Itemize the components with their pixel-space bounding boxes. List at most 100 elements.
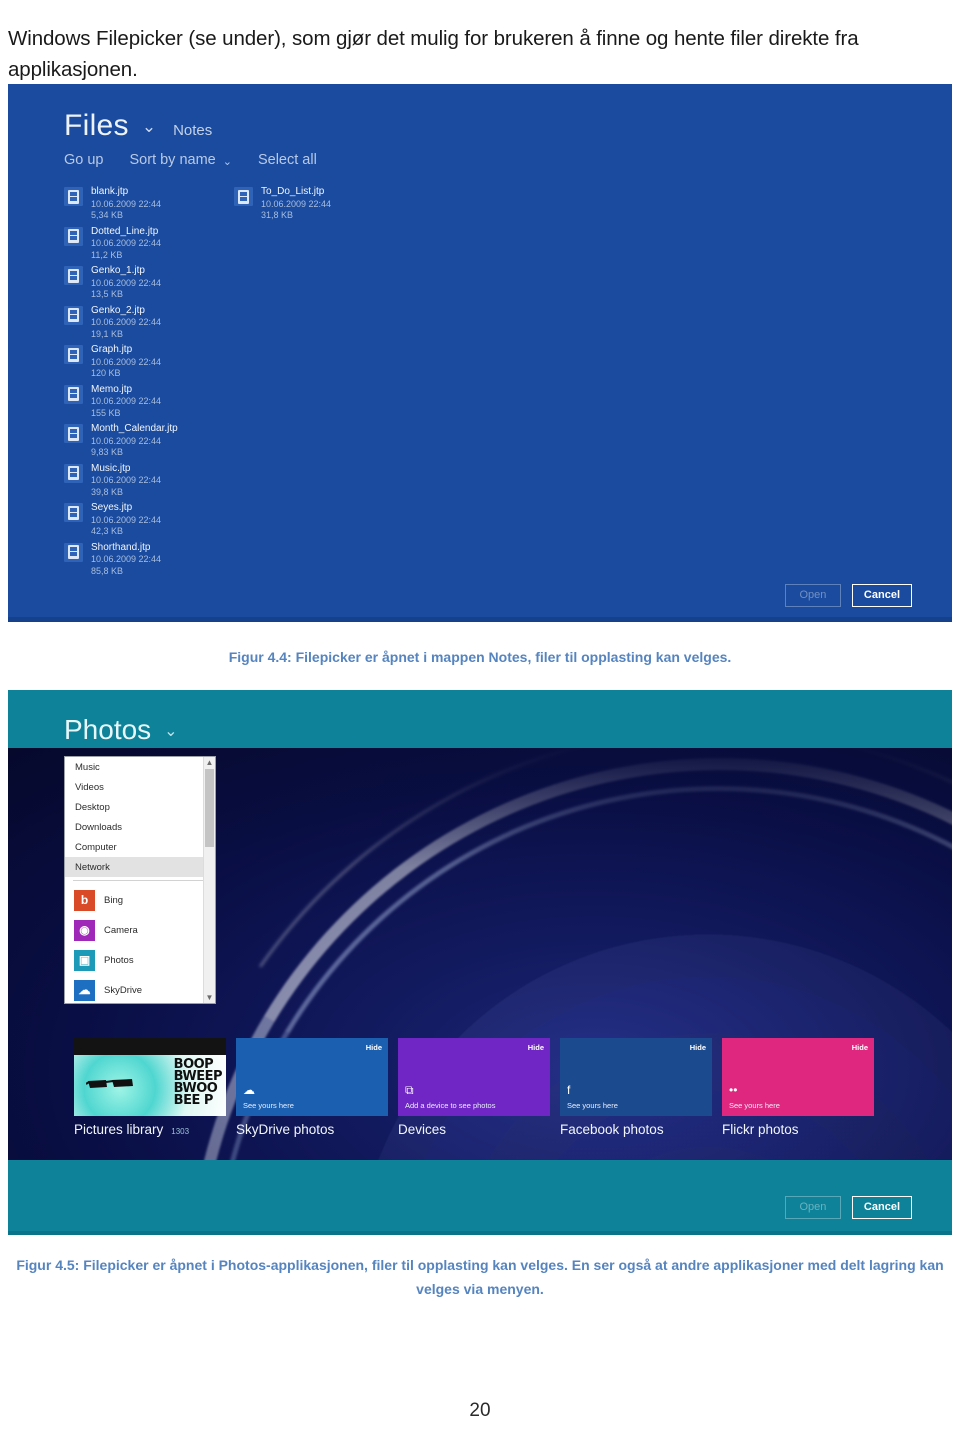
flickr-photos-tile[interactable]: Hide •• See yours here [722, 1038, 874, 1116]
dropdown-item-photos[interactable]: ▣ Photos [65, 945, 215, 975]
tile-group-flickr-photos[interactable]: Hide •• See yours here Flickr photos [722, 1038, 874, 1137]
tile-group-pictures-library[interactable]: BOOP BWEEP BWOO BEE P Pictures library 1… [74, 1038, 226, 1137]
filepicker-current-folder: Notes [173, 122, 213, 139]
figure-bottom-rule [8, 1231, 952, 1235]
hide-button[interactable]: Hide [528, 1043, 544, 1052]
tile-top-strip [74, 1038, 226, 1055]
file-list-item[interactable]: Genko_1.jtp 10.06.2009 22:44 13,5 KB [64, 265, 234, 305]
tile-label-row: Facebook photos [560, 1122, 712, 1137]
file-size: 19,1 KB [91, 328, 124, 339]
source-tiles-row: BOOP BWEEP BWOO BEE P Pictures library 1… [74, 1038, 874, 1137]
dropdown-item-videos[interactable]: Videos [65, 777, 215, 797]
file-date: 10.06.2009 22:44 [91, 514, 162, 525]
tile-group-skydrive-photos[interactable]: Hide ☁ See yours here SkyDrive photos [236, 1038, 388, 1137]
file-list-item[interactable]: Graph.jtp 10.06.2009 22:44 120 KB [64, 344, 234, 384]
sort-by-name-button[interactable]: Sort by name ⌄ [130, 152, 232, 168]
file-date: 10.06.2009 22:44 [261, 198, 332, 209]
tile-label: Devices [398, 1122, 447, 1137]
file-name: Genko_1.jtp [91, 265, 145, 276]
file-date: 10.06.2009 22:44 [91, 475, 162, 486]
tile-label: SkyDrive photos [236, 1122, 335, 1137]
tile-group-devices[interactable]: Hide ⧉ Add a device to see photos Device… [398, 1038, 550, 1137]
file-list-item[interactable]: Music.jtp 10.06.2009 22:44 39,8 KB [64, 463, 234, 503]
select-all-button[interactable]: Select all [258, 152, 317, 168]
devices-tile[interactable]: Hide ⧉ Add a device to see photos [398, 1038, 550, 1116]
file-list[interactable]: blank.jtp 10.06.2009 22:44 5,34 KB Dotte… [64, 186, 444, 606]
file-icon [64, 503, 83, 522]
scrollbar-thumb[interactable] [205, 769, 214, 847]
chevron-down-icon[interactable]: ⌄ [164, 721, 177, 741]
go-up-button[interactable]: Go up [64, 152, 104, 168]
dropdown-item-skydrive[interactable]: ☁ SkyDrive [65, 975, 215, 1003]
file-date: 10.06.2009 22:44 [91, 317, 162, 328]
go-up-label: Go up [64, 152, 104, 168]
dropdown-item-network[interactable]: Network [65, 857, 215, 877]
dropdown-item-label: Music [75, 761, 100, 773]
scribble-line-4: BEE P [173, 1092, 214, 1108]
tile-group-facebook-photos[interactable]: Hide f See yours here Facebook photos [560, 1038, 712, 1137]
file-name: Music.jtp [91, 462, 131, 474]
file-list-item[interactable]: Dotted_Line.jtp 10.06.2009 22:44 11,2 KB [64, 226, 234, 266]
photos-icon: ▣ [74, 949, 95, 971]
scroll-up-arrow-icon[interactable]: ▲ [204, 757, 215, 768]
facebook-photos-tile[interactable]: Hide f See yours here [560, 1038, 712, 1116]
dropdown-item-music[interactable]: Music [65, 757, 215, 777]
bing-icon: b [74, 889, 95, 911]
file-list-item[interactable]: blank.jtp 10.06.2009 22:44 5,34 KB [64, 186, 234, 226]
file-list-item[interactable]: Seyes.jtp 10.06.2009 22:44 42,3 KB [64, 502, 234, 542]
dialog-button-bar: Open Cancel [784, 584, 912, 607]
file-date: 10.06.2009 22:44 [91, 198, 162, 209]
location-dropdown-menu[interactable]: Music Videos Desktop Downloads Computer … [64, 756, 216, 1004]
sunglasses-graphic [86, 1079, 133, 1088]
sort-by-name-label: Sort by name [129, 152, 216, 168]
file-size: 155 KB [91, 407, 121, 418]
file-name: Shorthand.jtp [91, 541, 151, 553]
file-name: blank.jtp [91, 186, 129, 197]
tile-footer-text: Add a device to see photos [405, 1101, 496, 1110]
file-date: 10.06.2009 22:44 [91, 554, 162, 565]
file-date: 10.06.2009 22:44 [91, 356, 162, 367]
hide-button[interactable]: Hide [366, 1043, 382, 1052]
devices-icon: ⧉ [405, 1083, 414, 1097]
dropdown-item-desktop[interactable]: Desktop [65, 797, 215, 817]
file-size: 9,83 KB [91, 447, 124, 458]
file-list-item[interactable]: To_Do_List.jtp 10.06.2009 22:44 31,8 KB [234, 186, 404, 226]
dropdown-item-label: Videos [75, 781, 104, 793]
dropdown-item-label: Computer [75, 841, 117, 853]
open-button[interactable]: Open [784, 1196, 841, 1219]
file-list-item[interactable]: Month_Calendar.jtp 10.06.2009 22:44 9,83… [64, 423, 234, 463]
chevron-down-icon: ⌄ [222, 155, 232, 168]
open-button[interactable]: Open [784, 584, 841, 607]
dropdown-app-label: Photos [104, 954, 134, 966]
hide-button[interactable]: Hide [852, 1043, 868, 1052]
pictures-library-tile[interactable]: BOOP BWEEP BWOO BEE P [74, 1038, 226, 1116]
tile-label-row: Flickr photos [722, 1122, 874, 1137]
scroll-down-arrow-icon[interactable]: ▼ [204, 992, 215, 1003]
flickr-icon: •• [729, 1083, 738, 1097]
dropdown-item-computer[interactable]: Computer [65, 837, 215, 857]
dropdown-item-bing[interactable]: b Bing [65, 885, 215, 915]
file-name: Memo.jtp [91, 383, 133, 395]
file-name: Seyes.jtp [91, 502, 133, 513]
file-list-item[interactable]: Shorthand.jtp 10.06.2009 22:44 85,8 KB [64, 542, 234, 582]
tile-footer-text: See yours here [243, 1101, 294, 1110]
chevron-down-icon[interactable]: ⌄ [142, 118, 156, 135]
skydrive-photos-tile[interactable]: Hide ☁ See yours here [236, 1038, 388, 1116]
skydrive-cloud-icon: ☁ [74, 979, 95, 1001]
filepicker-command-bar: Go up Sort by name ⌄ Select all [64, 152, 317, 168]
file-icon [64, 424, 83, 443]
dropdown-scrollbar[interactable]: ▲ ▼ [203, 757, 215, 1003]
dropdown-separator [73, 880, 207, 881]
tile-label-row: Pictures library 1303 [74, 1122, 226, 1137]
tile-label-row: Devices [398, 1122, 550, 1137]
file-list-item[interactable]: Memo.jtp 10.06.2009 22:44 155 KB [64, 384, 234, 424]
dropdown-item-camera[interactable]: ◉ Camera [65, 915, 215, 945]
dropdown-app-label: SkyDrive [104, 984, 143, 996]
hide-button[interactable]: Hide [690, 1043, 706, 1052]
dropdown-item-downloads[interactable]: Downloads [65, 817, 215, 837]
file-list-item[interactable]: Genko_2.jtp 10.06.2009 22:44 19,1 KB [64, 305, 234, 345]
cancel-button[interactable]: Cancel [851, 1196, 912, 1219]
cancel-button[interactable]: Cancel [851, 584, 912, 607]
facebook-icon: f [567, 1083, 571, 1097]
file-name: To_Do_List.jtp [261, 186, 325, 197]
